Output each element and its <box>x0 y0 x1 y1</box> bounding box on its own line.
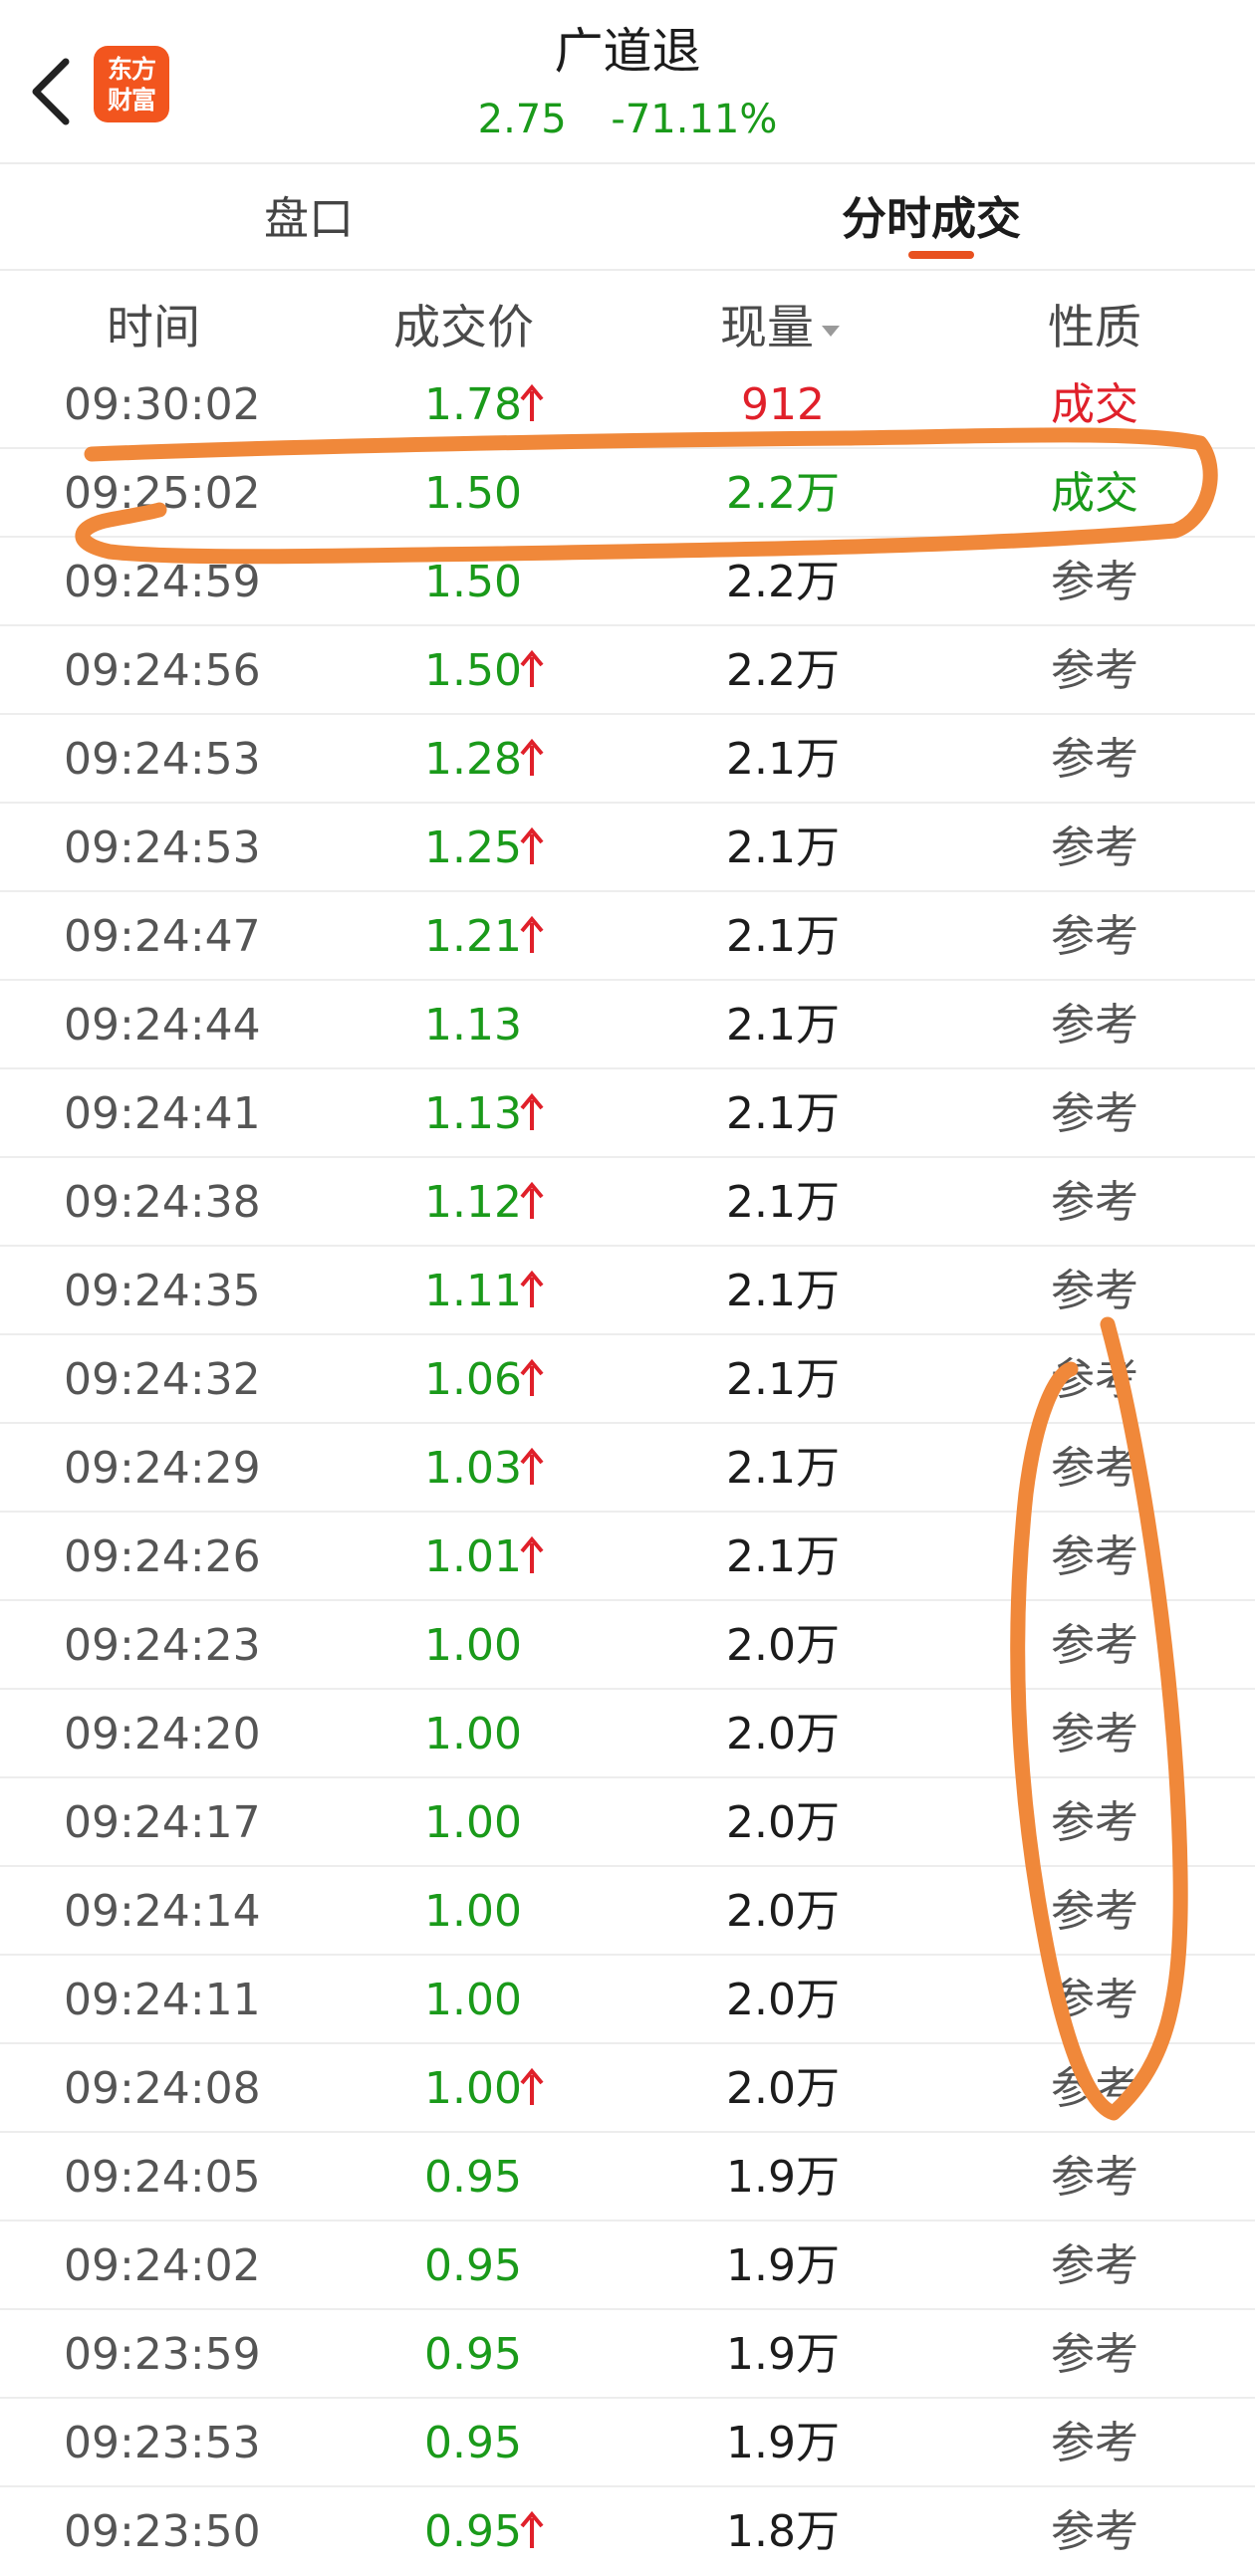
trade-nature: 参考 <box>1051 2152 1138 2203</box>
sort-down-icon <box>822 326 840 337</box>
table-row: 09:24:38 1.12 2.1万 参考 <box>0 1158 1255 1247</box>
up-arrow-icon <box>520 1358 544 1396</box>
table-row: 09:24:14 1.00 2.0万 参考 <box>0 1867 1255 1956</box>
trade-nature: 参考 <box>1051 2418 1138 2468</box>
table-row: 09:30:02 1.78 912 成交 <box>0 360 1255 449</box>
table-row: 09:24:11 1.00 2.0万 参考 <box>0 1956 1255 2044</box>
table-row: 09:24:29 1.03 2.1万 参考 <box>0 1424 1255 1513</box>
table-row: 09:23:50 0.95 1.8万 参考 <box>0 2487 1255 2576</box>
stock-name: 广道退 <box>554 23 701 80</box>
up-arrow-icon <box>520 738 544 776</box>
trade-nature: 参考 <box>1051 1088 1138 1139</box>
trade-nature: 参考 <box>1051 2240 1138 2291</box>
column-header-time: 时间 <box>107 301 200 355</box>
up-arrow-icon <box>520 1181 544 1219</box>
table-row: 09:24:56 1.50 2.2万 参考 <box>0 626 1255 715</box>
trade-nature: 参考 <box>1051 734 1138 785</box>
table-row: 09:24:53 1.28 2.1万 参考 <box>0 715 1255 804</box>
trade-nature: 参考 <box>1051 1177 1138 1228</box>
trade-nature: 参考 <box>1051 1266 1138 1316</box>
table-row: 09:24:59 1.50 2.2万 参考 <box>0 538 1255 626</box>
trade-nature: 参考 <box>1051 1354 1138 1405</box>
trade-nature: 参考 <box>1051 557 1138 607</box>
table-row: 09:23:59 0.95 1.9万 参考 <box>0 2310 1255 2399</box>
trade-nature: 成交 <box>1051 379 1138 430</box>
table-row: 09:24:41 1.13 2.1万 参考 <box>0 1069 1255 1158</box>
table-row: 09:23:53 0.95 1.9万 参考 <box>0 2399 1255 2487</box>
trade-nature: 参考 <box>1051 1709 1138 1759</box>
table-row: 09:24:08 1.00 2.0万 参考 <box>0 2044 1255 2133</box>
tabs-divider <box>0 269 1255 271</box>
table-row: 09:24:47 1.21 2.1万 参考 <box>0 892 1255 981</box>
tab-pankou[interactable]: 盘口 <box>264 169 354 269</box>
trade-nature: 参考 <box>1051 1000 1138 1051</box>
table-row: 09:24:05 0.95 1.9万 参考 <box>0 2133 1255 2222</box>
column-header-volume-label: 现量 <box>720 301 814 355</box>
up-arrow-icon <box>520 1447 544 1485</box>
trade-nature: 参考 <box>1051 822 1138 873</box>
trade-nature: 参考 <box>1051 1531 1138 1582</box>
trade-nature: 参考 <box>1051 1975 1138 2025</box>
up-arrow-icon <box>520 649 544 687</box>
active-tab-indicator <box>908 251 974 259</box>
table-row: 09:24:23 1.00 2.0万 参考 <box>0 1601 1255 1690</box>
stock-price: 2.75 <box>477 97 567 142</box>
trade-nature: 参考 <box>1051 2329 1138 2380</box>
up-arrow-icon <box>520 383 544 421</box>
trade-nature: 参考 <box>1051 1797 1138 1848</box>
table-row: 09:24:26 1.01 2.1万 参考 <box>0 1513 1255 1601</box>
table-row: 09:24:53 1.25 2.1万 参考 <box>0 804 1255 892</box>
trade-nature: 参考 <box>1051 1443 1138 1494</box>
table-row: 09:24:20 1.00 2.0万 参考 <box>0 1690 1255 1778</box>
column-header-volume[interactable]: 现量 <box>720 289 840 368</box>
up-arrow-icon <box>520 1092 544 1130</box>
table-row: 09:24:02 0.95 1.9万 参考 <box>0 2222 1255 2310</box>
trade-nature: 参考 <box>1051 645 1138 696</box>
table-row: 09:24:17 1.00 2.0万 参考 <box>0 1778 1255 1867</box>
trade-nature: 参考 <box>1051 2063 1138 2114</box>
trade-nature: 参考 <box>1051 1886 1138 1937</box>
up-arrow-icon <box>520 1535 544 1573</box>
up-arrow-icon <box>520 2510 544 2548</box>
table-row: 09:24:44 1.13 2.1万 参考 <box>0 981 1255 1069</box>
up-arrow-icon <box>520 826 544 864</box>
table-row: 09:24:32 1.06 2.1万 参考 <box>0 1335 1255 1424</box>
column-header-nature: 性质 <box>1048 301 1141 355</box>
up-arrow-icon <box>520 1270 544 1307</box>
column-header-price: 成交价 <box>393 301 534 355</box>
header-divider <box>0 162 1255 164</box>
stock-quote: 2.75 -71.11% <box>0 92 1255 147</box>
trade-nature: 参考 <box>1051 2506 1138 2557</box>
up-arrow-icon <box>520 2067 544 2105</box>
trade-nature: 参考 <box>1051 1620 1138 1671</box>
table-row: 09:25:02 1.50 2.2万 成交 <box>0 449 1255 538</box>
up-arrow-icon <box>520 915 544 953</box>
table-row: 09:24:35 1.11 2.1万 参考 <box>0 1247 1255 1335</box>
trade-nature: 成交 <box>1051 468 1138 519</box>
stock-change-pct: -71.11% <box>611 97 778 142</box>
trade-nature: 参考 <box>1051 911 1138 962</box>
top-bar: 东方 财富 广道退 2.75 -71.11% <box>0 0 1255 162</box>
